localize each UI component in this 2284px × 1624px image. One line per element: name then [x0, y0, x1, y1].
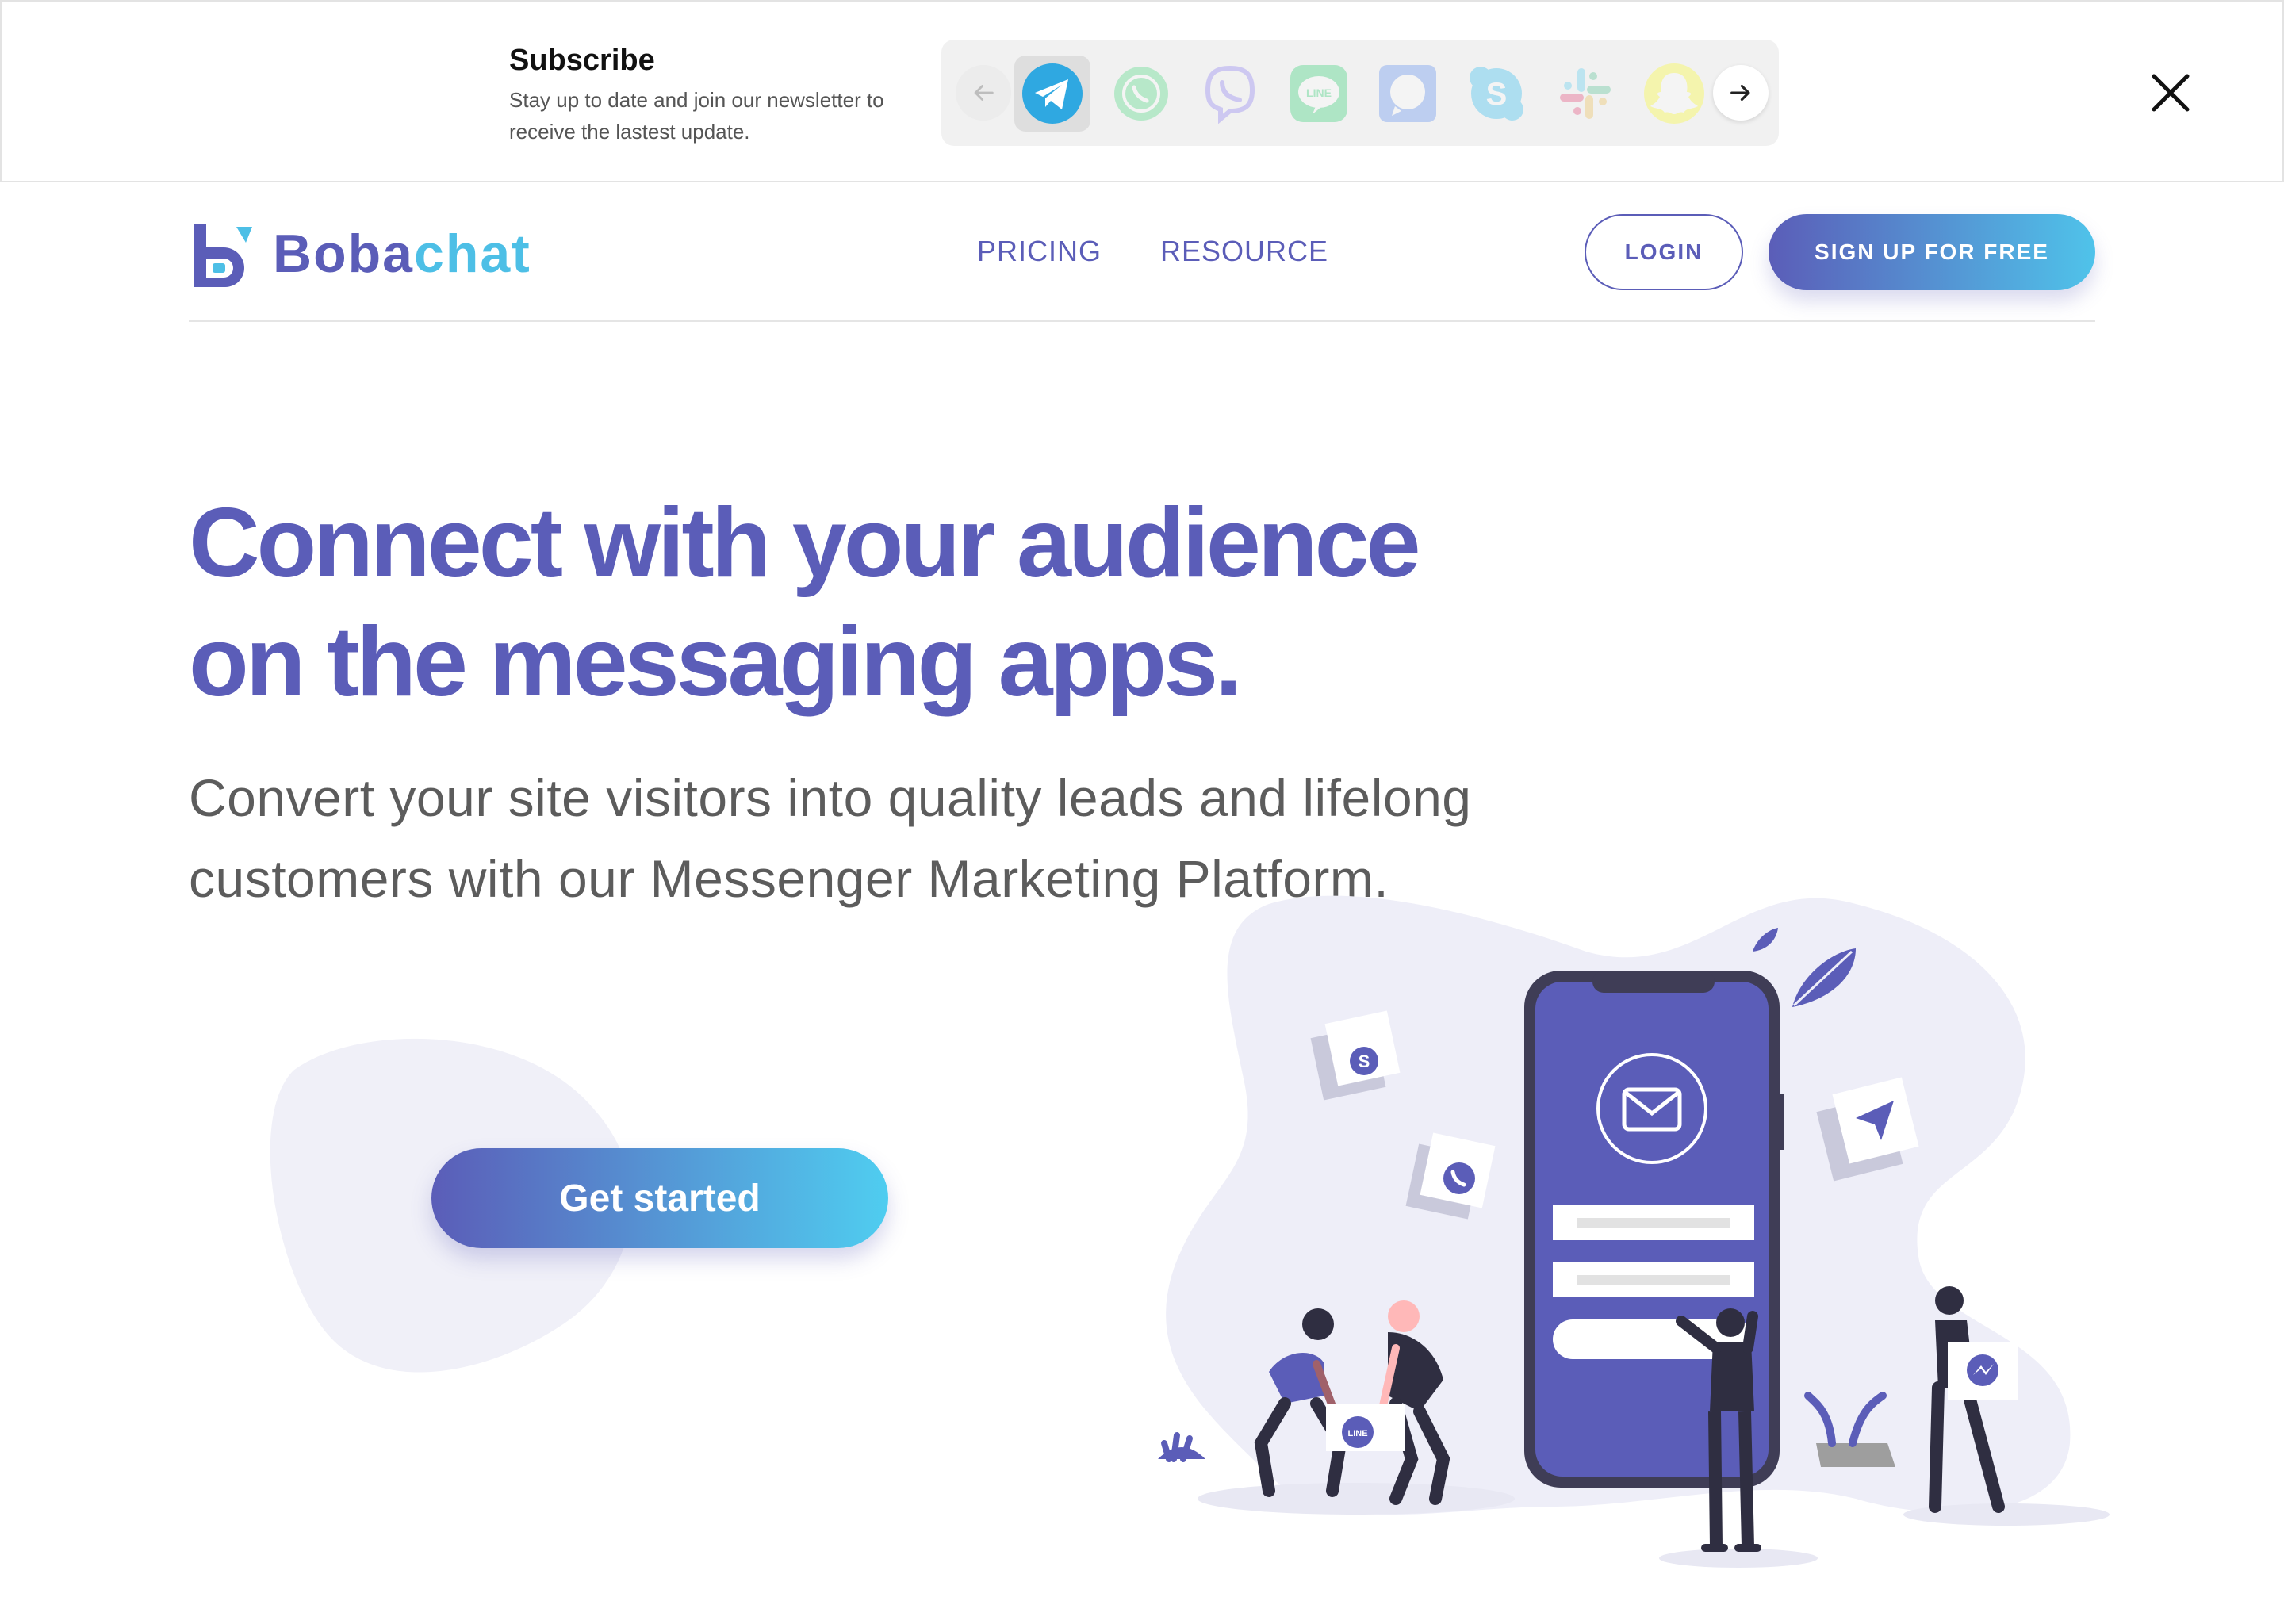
telegram-icon — [1022, 63, 1083, 124]
carousel-prev-button[interactable] — [956, 65, 1011, 121]
hero-illustration: S LINE — [1158, 895, 2110, 1568]
line-badge-text: LINE — [1347, 1429, 1367, 1438]
arrow-left-icon — [974, 85, 994, 101]
bobachat-logo-icon — [194, 224, 252, 287]
slack-icon — [1560, 68, 1611, 119]
whatsapp-icon — [1114, 67, 1168, 121]
subscribe-title: Subscribe — [509, 44, 655, 77]
signal-icon — [1379, 65, 1436, 122]
signup-button[interactable]: SIGN UP FOR FREE — [1769, 214, 2095, 290]
viber-icon — [1205, 65, 1255, 124]
line-icon: LINE — [1290, 65, 1347, 122]
logo-wordmark: Bobachat — [273, 222, 531, 285]
svg-text:LINE: LINE — [1306, 86, 1332, 99]
phone-tile-icon — [1405, 1132, 1496, 1220]
bobachat-logo[interactable]: Bobachat — [189, 220, 531, 287]
whatsapp-app-button[interactable] — [1103, 56, 1179, 132]
line-app-button[interactable]: LINE — [1281, 56, 1357, 132]
main-nav: PRICING RESOURCE — [977, 235, 1328, 268]
hero-title-line-2: on the messaging apps. — [189, 607, 1242, 717]
subscribe-text: Subscribe Stay up to date and join our n… — [509, 41, 922, 147]
close-icon — [2152, 74, 2190, 112]
login-button[interactable]: LOGIN — [1585, 214, 1743, 290]
subscribe-description: Stay up to date and join our newsletter … — [509, 88, 884, 144]
hero-title: Connect with your audience on the messag… — [189, 484, 1616, 722]
signal-app-button[interactable] — [1370, 56, 1446, 132]
telegram-app-button[interactable] — [1014, 56, 1090, 132]
viber-app-button[interactable] — [1192, 56, 1268, 132]
plant-decoration — [1158, 1432, 1205, 1462]
hero-subtitle-line-1: Convert your site visitors into quality … — [189, 768, 1472, 827]
nav-resource-link[interactable]: RESOURCE — [1160, 235, 1328, 268]
svg-text:S: S — [1359, 1051, 1370, 1071]
snapchat-app-button[interactable] — [1636, 56, 1712, 132]
logo-text-chat: chat — [414, 224, 531, 284]
skype-icon: S — [1470, 67, 1523, 121]
site-header: Bobachat PRICING RESOURCE LOGIN SIGN UP … — [0, 182, 2284, 322]
messaging-app-carousel: LINE S — [941, 40, 1779, 146]
snapchat-icon — [1644, 63, 1704, 124]
carousel-next-button[interactable] — [1713, 65, 1769, 121]
subscribe-bar: Subscribe Stay up to date and join our n… — [0, 0, 2284, 182]
logo-text-boba: Boba — [273, 224, 414, 284]
slack-app-button[interactable] — [1547, 56, 1623, 132]
header-divider — [189, 320, 2095, 322]
close-subscribe-button[interactable] — [2143, 65, 2198, 121]
nav-pricing-link[interactable]: PRICING — [977, 235, 1102, 268]
arrow-right-icon — [1730, 84, 1750, 102]
skype-app-button[interactable]: S — [1458, 56, 1535, 132]
hero-title-line-1: Connect with your audience — [189, 488, 1421, 598]
get-started-button[interactable]: Get started — [431, 1148, 888, 1248]
svg-text:S: S — [1486, 77, 1508, 112]
